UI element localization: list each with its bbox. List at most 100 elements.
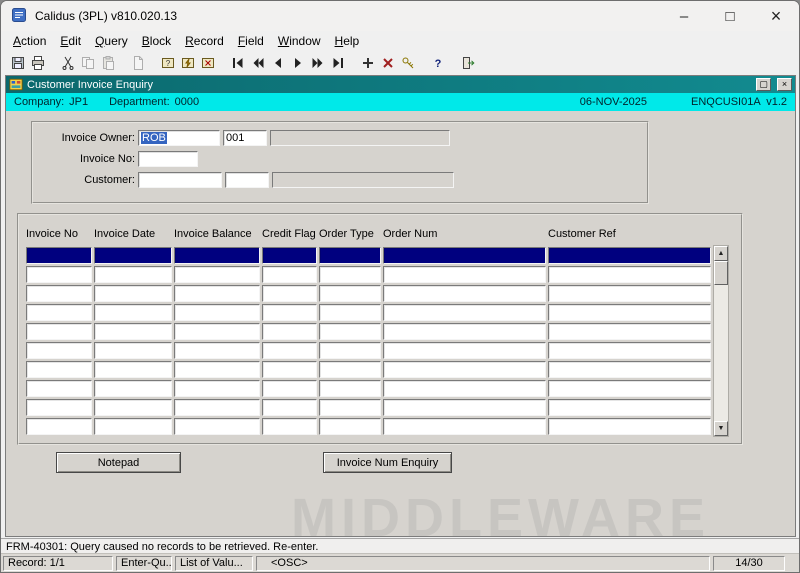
- customer-code-input[interactable]: [225, 172, 269, 188]
- table-row[interactable]: [26, 304, 711, 321]
- table-cell[interactable]: [26, 361, 92, 378]
- copy-icon[interactable]: [78, 53, 98, 72]
- table-cell[interactable]: [548, 380, 711, 397]
- table-row[interactable]: [26, 285, 711, 302]
- table-row[interactable]: [26, 361, 711, 378]
- table-cell[interactable]: [174, 304, 260, 321]
- table-cell[interactable]: [174, 361, 260, 378]
- table-cell[interactable]: [383, 323, 546, 340]
- table-cell[interactable]: [174, 380, 260, 397]
- customer-input[interactable]: [138, 172, 222, 188]
- table-cell[interactable]: [26, 342, 92, 359]
- table-cell[interactable]: [262, 380, 317, 397]
- menu-edit[interactable]: Edit: [53, 33, 88, 49]
- table-cell[interactable]: [548, 342, 711, 359]
- table-cell[interactable]: [26, 304, 92, 321]
- menu-query[interactable]: Query: [88, 33, 135, 49]
- table-row[interactable]: [26, 342, 711, 359]
- table-cell[interactable]: [383, 380, 546, 397]
- table-cell[interactable]: [383, 418, 546, 435]
- first-record-icon[interactable]: [228, 53, 248, 72]
- table-cell[interactable]: [174, 323, 260, 340]
- maximize-icon[interactable]: □: [707, 1, 753, 31]
- help-icon[interactable]: ?: [428, 53, 448, 72]
- table-cell[interactable]: [262, 399, 317, 416]
- table-cell[interactable]: [383, 361, 546, 378]
- edit-icon[interactable]: [128, 53, 148, 72]
- insert-record-icon[interactable]: [358, 53, 378, 72]
- table-cell[interactable]: [174, 342, 260, 359]
- scroll-thumb[interactable]: [714, 261, 728, 285]
- vertical-scrollbar[interactable]: ▲ ▼: [713, 245, 729, 437]
- table-row[interactable]: [26, 266, 711, 283]
- table-cell[interactable]: [383, 304, 546, 321]
- invoice-owner-input[interactable]: ROB: [138, 130, 220, 146]
- table-cell[interactable]: [548, 266, 711, 283]
- print-icon[interactable]: [28, 53, 48, 72]
- last-record-icon[interactable]: [328, 53, 348, 72]
- table-cell[interactable]: [94, 418, 172, 435]
- table-cell[interactable]: [262, 266, 317, 283]
- table-cell[interactable]: [548, 304, 711, 321]
- previous-record-icon[interactable]: [268, 53, 288, 72]
- table-cell[interactable]: [94, 399, 172, 416]
- table-cell[interactable]: [94, 304, 172, 321]
- table-cell[interactable]: [174, 285, 260, 302]
- table-cell[interactable]: [26, 323, 92, 340]
- table-cell[interactable]: [94, 323, 172, 340]
- scroll-up-icon[interactable]: ▲: [714, 246, 728, 261]
- table-cell[interactable]: [548, 418, 711, 435]
- close-icon[interactable]: ×: [753, 1, 799, 31]
- table-cell[interactable]: [548, 323, 711, 340]
- table-row[interactable]: [26, 418, 711, 435]
- table-cell[interactable]: [94, 247, 172, 264]
- menu-field[interactable]: Field: [231, 33, 271, 49]
- menu-record[interactable]: Record: [178, 33, 231, 49]
- table-cell[interactable]: [94, 342, 172, 359]
- table-cell[interactable]: [26, 285, 92, 302]
- paste-icon[interactable]: [98, 53, 118, 72]
- table-cell[interactable]: [262, 323, 317, 340]
- invoice-num-enquiry-button[interactable]: Invoice Num Enquiry: [323, 452, 452, 473]
- table-cell[interactable]: [174, 399, 260, 416]
- table-cell[interactable]: [94, 380, 172, 397]
- menu-block[interactable]: Block: [135, 33, 178, 49]
- mdi-close-icon[interactable]: ×: [777, 78, 792, 91]
- table-cell[interactable]: [383, 285, 546, 302]
- table-cell[interactable]: [262, 247, 317, 264]
- next-block-icon[interactable]: [308, 53, 328, 72]
- table-cell[interactable]: [174, 247, 260, 264]
- table-cell[interactable]: [262, 285, 317, 302]
- table-cell[interactable]: [383, 266, 546, 283]
- table-cell[interactable]: [383, 342, 546, 359]
- cut-icon[interactable]: [58, 53, 78, 72]
- enter-query-icon[interactable]: ?: [158, 53, 178, 72]
- table-cell[interactable]: [319, 247, 381, 264]
- table-cell[interactable]: [262, 418, 317, 435]
- table-cell[interactable]: [319, 342, 381, 359]
- invoice-owner-code-input[interactable]: 001: [223, 130, 267, 146]
- minimize-icon[interactable]: –: [661, 1, 707, 31]
- table-cell[interactable]: [26, 266, 92, 283]
- table-cell[interactable]: [94, 361, 172, 378]
- table-cell[interactable]: [319, 399, 381, 416]
- table-row[interactable]: [26, 380, 711, 397]
- table-cell[interactable]: [262, 304, 317, 321]
- previous-block-icon[interactable]: [248, 53, 268, 72]
- save-icon[interactable]: [8, 53, 28, 72]
- table-row[interactable]: [26, 247, 711, 264]
- table-cell[interactable]: [319, 380, 381, 397]
- remove-record-icon[interactable]: [378, 53, 398, 72]
- table-cell[interactable]: [319, 304, 381, 321]
- table-cell[interactable]: [383, 247, 546, 264]
- invoice-no-input[interactable]: [138, 151, 198, 167]
- table-cell[interactable]: [548, 247, 711, 264]
- table-cell[interactable]: [94, 285, 172, 302]
- table-cell[interactable]: [94, 266, 172, 283]
- menu-help[interactable]: Help: [328, 33, 367, 49]
- table-cell[interactable]: [262, 361, 317, 378]
- lock-record-icon[interactable]: [398, 53, 418, 72]
- scroll-down-icon[interactable]: ▼: [714, 421, 728, 436]
- next-record-icon[interactable]: [288, 53, 308, 72]
- table-cell[interactable]: [383, 399, 546, 416]
